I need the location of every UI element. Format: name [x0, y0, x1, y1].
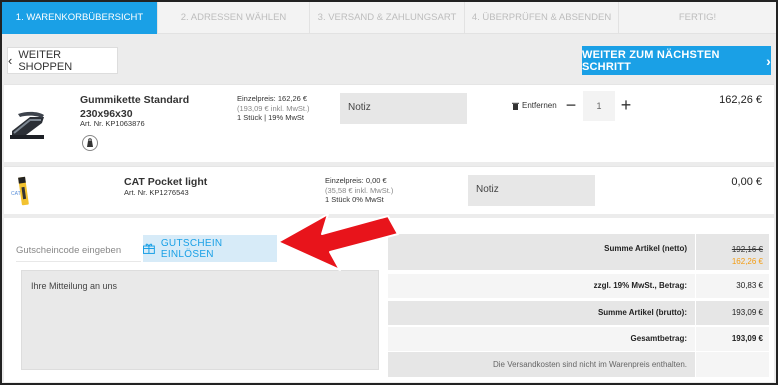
- cart-item: CAT CAT Pocket light Art. Nr. KP1276543 …: [4, 166, 774, 214]
- net-discounted-price: 162,26 €: [731, 257, 763, 266]
- annotation-arrow-icon: [277, 213, 399, 271]
- summary-row-total: Gesamtbetrag: 193,09 €: [388, 327, 769, 351]
- item-article-number: Art. Nr. KP1063876: [80, 119, 145, 128]
- continue-shopping-label: WEITER SHOPPEN: [18, 48, 73, 73]
- step-cart-overview[interactable]: 1. WARENKORBÜBERSICHT: [2, 2, 158, 34]
- vat-value: 30,83 €: [695, 274, 769, 298]
- weight-icon: [82, 135, 98, 151]
- item-note-field[interactable]: Notiz: [468, 175, 595, 206]
- remove-label: Entfernen: [522, 101, 557, 110]
- unit-price: Einzelpreis: 0,00 €: [325, 176, 387, 185]
- quantity-increase-button[interactable]: +: [613, 93, 639, 119]
- net-label: Summe Artikel (netto): [604, 244, 687, 253]
- item-name[interactable]: CAT Pocket light: [124, 175, 207, 189]
- cart-item: Gummikette Standard 230x96x30 Art. Nr. K…: [4, 84, 774, 162]
- chevron-left-icon: ‹: [8, 52, 13, 68]
- rubber-track-image: [10, 111, 44, 139]
- grand-total-label: Gesamtbetrag:: [630, 334, 687, 343]
- grand-total-value: 193,09 €: [695, 327, 769, 351]
- summary-row-vat: zzgl. 19% MwSt., Betrag: 30,83 €: [388, 274, 769, 298]
- order-summary: Summe Artikel (netto) 192,16 € 162,26 € …: [388, 234, 769, 377]
- coupon-code-input[interactable]: Gutscheincode eingeben: [16, 240, 141, 262]
- vat-label: zzgl. 19% MwSt., Betrag:: [593, 281, 687, 290]
- chevron-right-icon: ›: [766, 52, 771, 69]
- item-total: 0,00 €: [731, 176, 762, 188]
- unit-price-gross: (35,58 € inkl. MwSt.): [325, 185, 394, 195]
- item-article-number: Art. Nr. KP1276543: [124, 188, 189, 197]
- trash-icon: [512, 102, 519, 110]
- item-total: 162,26 €: [719, 94, 762, 106]
- step-done[interactable]: FERTIG!: [619, 2, 776, 34]
- shipping-note-spacer: [695, 352, 769, 377]
- redeem-coupon-label: GUTSCHEIN EINLÖSEN: [160, 237, 223, 260]
- svg-text:CAT: CAT: [11, 191, 21, 197]
- shipping-note: Die Versandkosten sind nicht im Warenpre…: [492, 360, 687, 369]
- unit-price: Einzelpreis: 162,26 €: [237, 94, 308, 103]
- checkout-steps: 1. WARENKORBÜBERSICHT 2. ADRESSEN WÄHLEN…: [2, 2, 776, 34]
- gross-value: 193,09 €: [695, 301, 769, 325]
- summary-row-gross: Summe Artikel (brutto): 193,09 €: [388, 301, 769, 325]
- quantity-decrease-button[interactable]: −: [558, 93, 584, 119]
- continue-shopping-button[interactable]: ‹ WEITER SHOPPEN: [7, 47, 118, 74]
- quantity-input[interactable]: 1: [583, 91, 615, 121]
- customer-message-field[interactable]: Ihre Mitteilung an uns: [21, 270, 379, 370]
- summary-row-shipping-note: Die Versandkosten sind nicht im Warenpre…: [388, 352, 769, 377]
- item-note-field[interactable]: Notiz: [340, 93, 467, 124]
- redeem-coupon-button[interactable]: GUTSCHEIN EINLÖSEN: [143, 235, 277, 262]
- pocket-light-image: CAT: [11, 176, 29, 206]
- next-step-button[interactable]: WEITER ZUM NÄCHSTEN SCHRITT ›: [582, 46, 771, 75]
- item-price-info: Einzelpreis: 0,00 € (35,58 € inkl. MwSt.…: [325, 176, 393, 205]
- remove-item-button[interactable]: Entfernen: [512, 101, 557, 110]
- next-step-label: WEITER ZUM NÄCHSTEN SCHRITT: [582, 48, 720, 73]
- summary-row-net: Summe Artikel (netto) 192,16 € 162,26 €: [388, 234, 769, 270]
- gift-icon: [143, 243, 155, 254]
- item-price-info: Einzelpreis: 162,26 € (193,09 € inkl. Mw…: [237, 94, 310, 123]
- step-review-submit[interactable]: 4. ÜBERPRÜFEN & ABSENDEN: [465, 2, 619, 34]
- unit-price-gross: (193,09 € inkl. MwSt.): [237, 103, 310, 113]
- gross-label: Summe Artikel (brutto):: [597, 308, 687, 317]
- quantity-tax-info: 1 Stück 0% MwSt: [325, 195, 384, 204]
- item-name[interactable]: Gummikette Standard: [80, 93, 189, 107]
- net-old-price: 192,16 €: [731, 245, 763, 254]
- net-values: 192,16 € 162,26 €: [695, 234, 769, 270]
- step-shipping-payment[interactable]: 3. VERSAND & ZAHLUNGSART: [310, 2, 465, 34]
- quantity-tax-info: 1 Stück | 19% MwSt: [237, 113, 304, 122]
- step-addresses[interactable]: 2. ADRESSEN WÄHLEN: [158, 2, 310, 34]
